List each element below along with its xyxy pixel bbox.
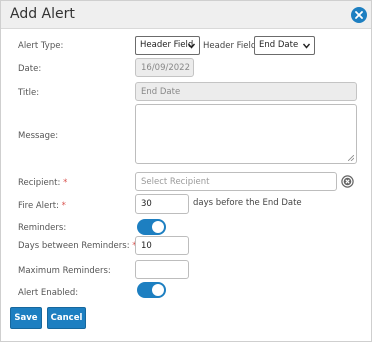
days-between-reminders-value: 10 [141,240,152,251]
title-label: Title: [18,88,40,98]
days-between-reminders-input[interactable]: 10 [135,236,189,255]
fire-alert-suffix: days before the End Date [193,198,302,208]
dialog-title: Add Alert [10,6,75,22]
save-button[interactable]: Save [10,307,42,329]
fire-alert-label: Fire Alert: * [18,201,66,211]
recipient-placeholder: Select Recipient [141,176,210,187]
title-field: End Date [135,82,357,101]
recipient-label: Recipient: * [18,178,68,188]
header-field-value: End Date [259,40,299,50]
required-marker: * [63,178,68,188]
maximum-reminders-input[interactable] [135,260,189,279]
alert-type-label: Alert Type: [18,41,64,51]
header-field-label: Header Field: [203,41,260,51]
date-field: 16/09/2022 [135,58,194,77]
fire-alert-value: 30 [141,199,152,209]
date-label: Date: [18,64,42,74]
days-between-reminders-label: Days between Reminders: * [18,241,137,251]
recipient-input[interactable]: Select Recipient [135,172,337,191]
toggle-knob [152,284,164,296]
close-icon[interactable] [351,7,367,23]
alert-enabled-toggle[interactable] [137,282,166,298]
toggle-knob [152,221,164,233]
alert-type-value: Header Field [140,40,194,50]
cancel-button[interactable]: Cancel [47,307,86,329]
reminders-label: Reminders: [18,223,67,233]
chevron-down-icon [303,43,310,49]
alert-type-select[interactable]: Header Field [135,36,200,55]
resize-handle-icon[interactable] [348,155,354,161]
dialog-titlebar: Add Alert [1,1,371,29]
required-marker: * [61,201,66,211]
alert-enabled-label: Alert Enabled: [18,288,79,298]
chevron-down-icon [188,43,195,49]
add-alert-dialog: Add Alert Alert Type: Header Field Heade… [0,0,372,342]
date-value: 16/09/2022 [141,62,190,73]
clear-circle-icon[interactable] [341,175,354,188]
reminders-toggle[interactable] [137,219,166,235]
header-field-select[interactable]: End Date [254,36,315,55]
message-label: Message: [18,131,59,141]
fire-alert-input[interactable]: 30 [135,194,189,214]
maximum-reminders-label: Maximum Reminders: [18,266,111,276]
message-textarea[interactable] [135,104,357,164]
title-value: End Date [141,86,181,97]
